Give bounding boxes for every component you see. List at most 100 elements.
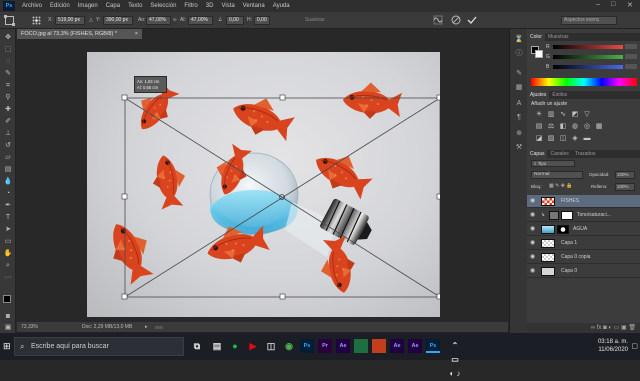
new-group-icon[interactable]: ▭: [614, 325, 620, 331]
menu-vista[interactable]: Vista: [217, 3, 238, 9]
eraser-tool-icon[interactable]: ▱: [3, 153, 13, 162]
background-color-chip[interactable]: [535, 50, 543, 58]
cancel-icon[interactable]: [451, 15, 461, 25]
taskbar-app-powerpoint[interactable]: P: [372, 339, 386, 353]
close-button[interactable]: ✕: [627, 1, 633, 9]
hand-tool-icon[interactable]: ✋: [3, 249, 13, 258]
lasso-tool-icon[interactable]: ◌: [3, 57, 13, 66]
visibility-eye-icon[interactable]: ◉: [530, 223, 535, 236]
zoom-tool-icon[interactable]: ⌕: [3, 261, 13, 270]
clone-source-icon[interactable]: ⊕: [514, 129, 524, 138]
y-position-input[interactable]: 390,00 px: [103, 16, 133, 25]
crop-tool-icon[interactable]: ⌗: [3, 81, 13, 90]
taskbar-app-photoshop[interactable]: Ps: [300, 339, 314, 353]
menu-edicion[interactable]: Edición: [46, 3, 74, 9]
tab-paths[interactable]: Trazados: [572, 150, 599, 158]
windows-start-icon[interactable]: ⊞: [3, 341, 11, 352]
tool-presets-icon[interactable]: ⚒: [514, 143, 524, 152]
taskbar-app-after-effects[interactable]: Ae: [336, 339, 350, 353]
tab-styles[interactable]: Estilos: [549, 91, 570, 99]
width-percent-input[interactable]: 47,00%: [146, 16, 171, 25]
chrome-icon[interactable]: ◉: [282, 339, 296, 353]
gradient-map-icon[interactable]: ▬: [583, 135, 591, 143]
healing-brush-tool-icon[interactable]: ✚: [3, 105, 13, 114]
color-spectrum-bar[interactable]: [531, 78, 637, 86]
new-adjustment-icon[interactable]: ◐: [608, 325, 612, 331]
posterize-icon[interactable]: ▨: [547, 135, 555, 143]
tab-layers[interactable]: Capas: [527, 150, 548, 158]
fill-input[interactable]: 100%: [615, 183, 635, 191]
brush-panel-icon[interactable]: ✎: [514, 69, 524, 78]
invert-icon[interactable]: ◪: [535, 135, 543, 143]
pen-tool-icon[interactable]: ✒: [3, 201, 13, 210]
new-layer-icon[interactable]: ▣: [621, 325, 627, 331]
media-app-icon[interactable]: ▶: [246, 339, 260, 353]
h-skew-input[interactable]: 0,00: [254, 16, 270, 25]
layer-row-fishes[interactable]: ◉ FISHES: [527, 195, 640, 208]
transform-tool-icon[interactable]: [4, 15, 15, 26]
menu-archivo[interactable]: Archivo: [18, 3, 46, 9]
add-mask-icon[interactable]: ◙: [603, 325, 607, 331]
visibility-eye-icon[interactable]: ◉: [530, 265, 535, 278]
levels-icon[interactable]: ▥: [547, 111, 555, 119]
eyedropper-tool-icon[interactable]: ⚲: [3, 93, 13, 102]
close-document-icon[interactable]: ×: [135, 29, 138, 39]
photo-filter-icon[interactable]: ◍: [571, 123, 579, 131]
angle-input[interactable]: 0,00: [226, 16, 244, 25]
taskbar-app-premiere[interactable]: Pr: [318, 339, 332, 353]
brightness-icon[interactable]: ☀: [535, 111, 543, 119]
exposure-icon[interactable]: ◩: [571, 111, 579, 119]
shape-tool-icon[interactable]: ▭: [3, 237, 13, 246]
quick-select-tool-icon[interactable]: ✎: [3, 69, 13, 78]
file-explorer-icon[interactable]: ▤: [210, 339, 224, 353]
layer-row-capa-0[interactable]: ◉ Capa 0: [527, 265, 640, 278]
taskbar-app-after-effects-3[interactable]: Ae: [408, 339, 422, 353]
visibility-eye-icon[interactable]: ◉: [530, 209, 535, 222]
reference-point-icon[interactable]: [32, 16, 41, 25]
tab-color[interactable]: Color: [527, 33, 545, 41]
notification-area-icons[interactable]: ⌃ ▭ ◐ ♪: [448, 339, 462, 378]
opacity-input[interactable]: 100%: [615, 171, 635, 179]
visibility-eye-icon[interactable]: ◉: [530, 237, 535, 250]
tab-adjustments[interactable]: Ajustes: [527, 91, 550, 99]
foreground-color-swatch[interactable]: [3, 295, 11, 303]
hue-saturation-icon[interactable]: ▤: [535, 123, 543, 131]
tab-swatches[interactable]: Muestras: [545, 33, 572, 41]
taskbar-app-excel[interactable]: X: [354, 339, 368, 353]
path-select-tool-icon[interactable]: ➤: [3, 225, 13, 234]
move-tool-icon[interactable]: ✥: [3, 33, 13, 42]
visibility-eye-icon[interactable]: ◉: [530, 251, 535, 264]
menu-ventana[interactable]: Ventana: [239, 3, 269, 9]
warp-mode-icon[interactable]: [433, 15, 443, 25]
color-lookup-icon[interactable]: ▦: [595, 123, 603, 131]
link-layers-icon[interactable]: ∞: [591, 325, 595, 331]
taskbar-app-after-effects-2[interactable]: Ae: [390, 339, 404, 353]
delete-layer-icon[interactable]: 🗑: [628, 325, 636, 331]
document-tab[interactable]: FOCO.jpg al 73,3% (FISHES, RGB/8) * ×: [17, 29, 142, 39]
blue-value-input[interactable]: [625, 64, 637, 69]
curves-icon[interactable]: ∿: [559, 111, 567, 119]
taskbar-app-photoshop-active[interactable]: Ps: [426, 339, 440, 353]
layer-row-agua[interactable]: ◉ AGUA: [527, 223, 640, 236]
menu-seleccion[interactable]: Selección: [146, 3, 180, 9]
color-balance-icon[interactable]: ⚖: [547, 123, 555, 131]
selective-color-icon[interactable]: ◈: [571, 135, 579, 143]
channel-mixer-icon[interactable]: ◎: [583, 123, 591, 131]
layer-row-capa-1[interactable]: ◉ Capa 1: [527, 237, 640, 250]
blur-tool-icon[interactable]: 💧: [3, 177, 13, 186]
marquee-tool-icon[interactable]: ⬚: [3, 45, 13, 54]
green-value-input[interactable]: [625, 54, 637, 59]
more-tools-icon[interactable]: ···: [3, 273, 13, 282]
system-clock[interactable]: 03:18 a. m. 11/06/2020: [598, 338, 628, 354]
link-icon[interactable]: ∞: [173, 17, 177, 23]
threshold-icon[interactable]: ◫: [559, 135, 567, 143]
blend-mode-select[interactable]: Normal: [531, 171, 583, 179]
vibrance-icon[interactable]: ▽: [583, 111, 591, 119]
tab-channels[interactable]: Canales: [547, 150, 571, 158]
gradient-tool-icon[interactable]: ▤: [3, 165, 13, 174]
layer-row-hue-saturation[interactable]: ◉ ↳ Tono/saturaci...: [527, 209, 640, 222]
menu-capa[interactable]: Capa: [102, 3, 124, 9]
properties-panel-icon[interactable]: ⓘ: [514, 49, 524, 58]
history-panel-icon[interactable]: ⌛: [514, 35, 524, 44]
history-brush-tool-icon[interactable]: ↺: [3, 141, 13, 150]
